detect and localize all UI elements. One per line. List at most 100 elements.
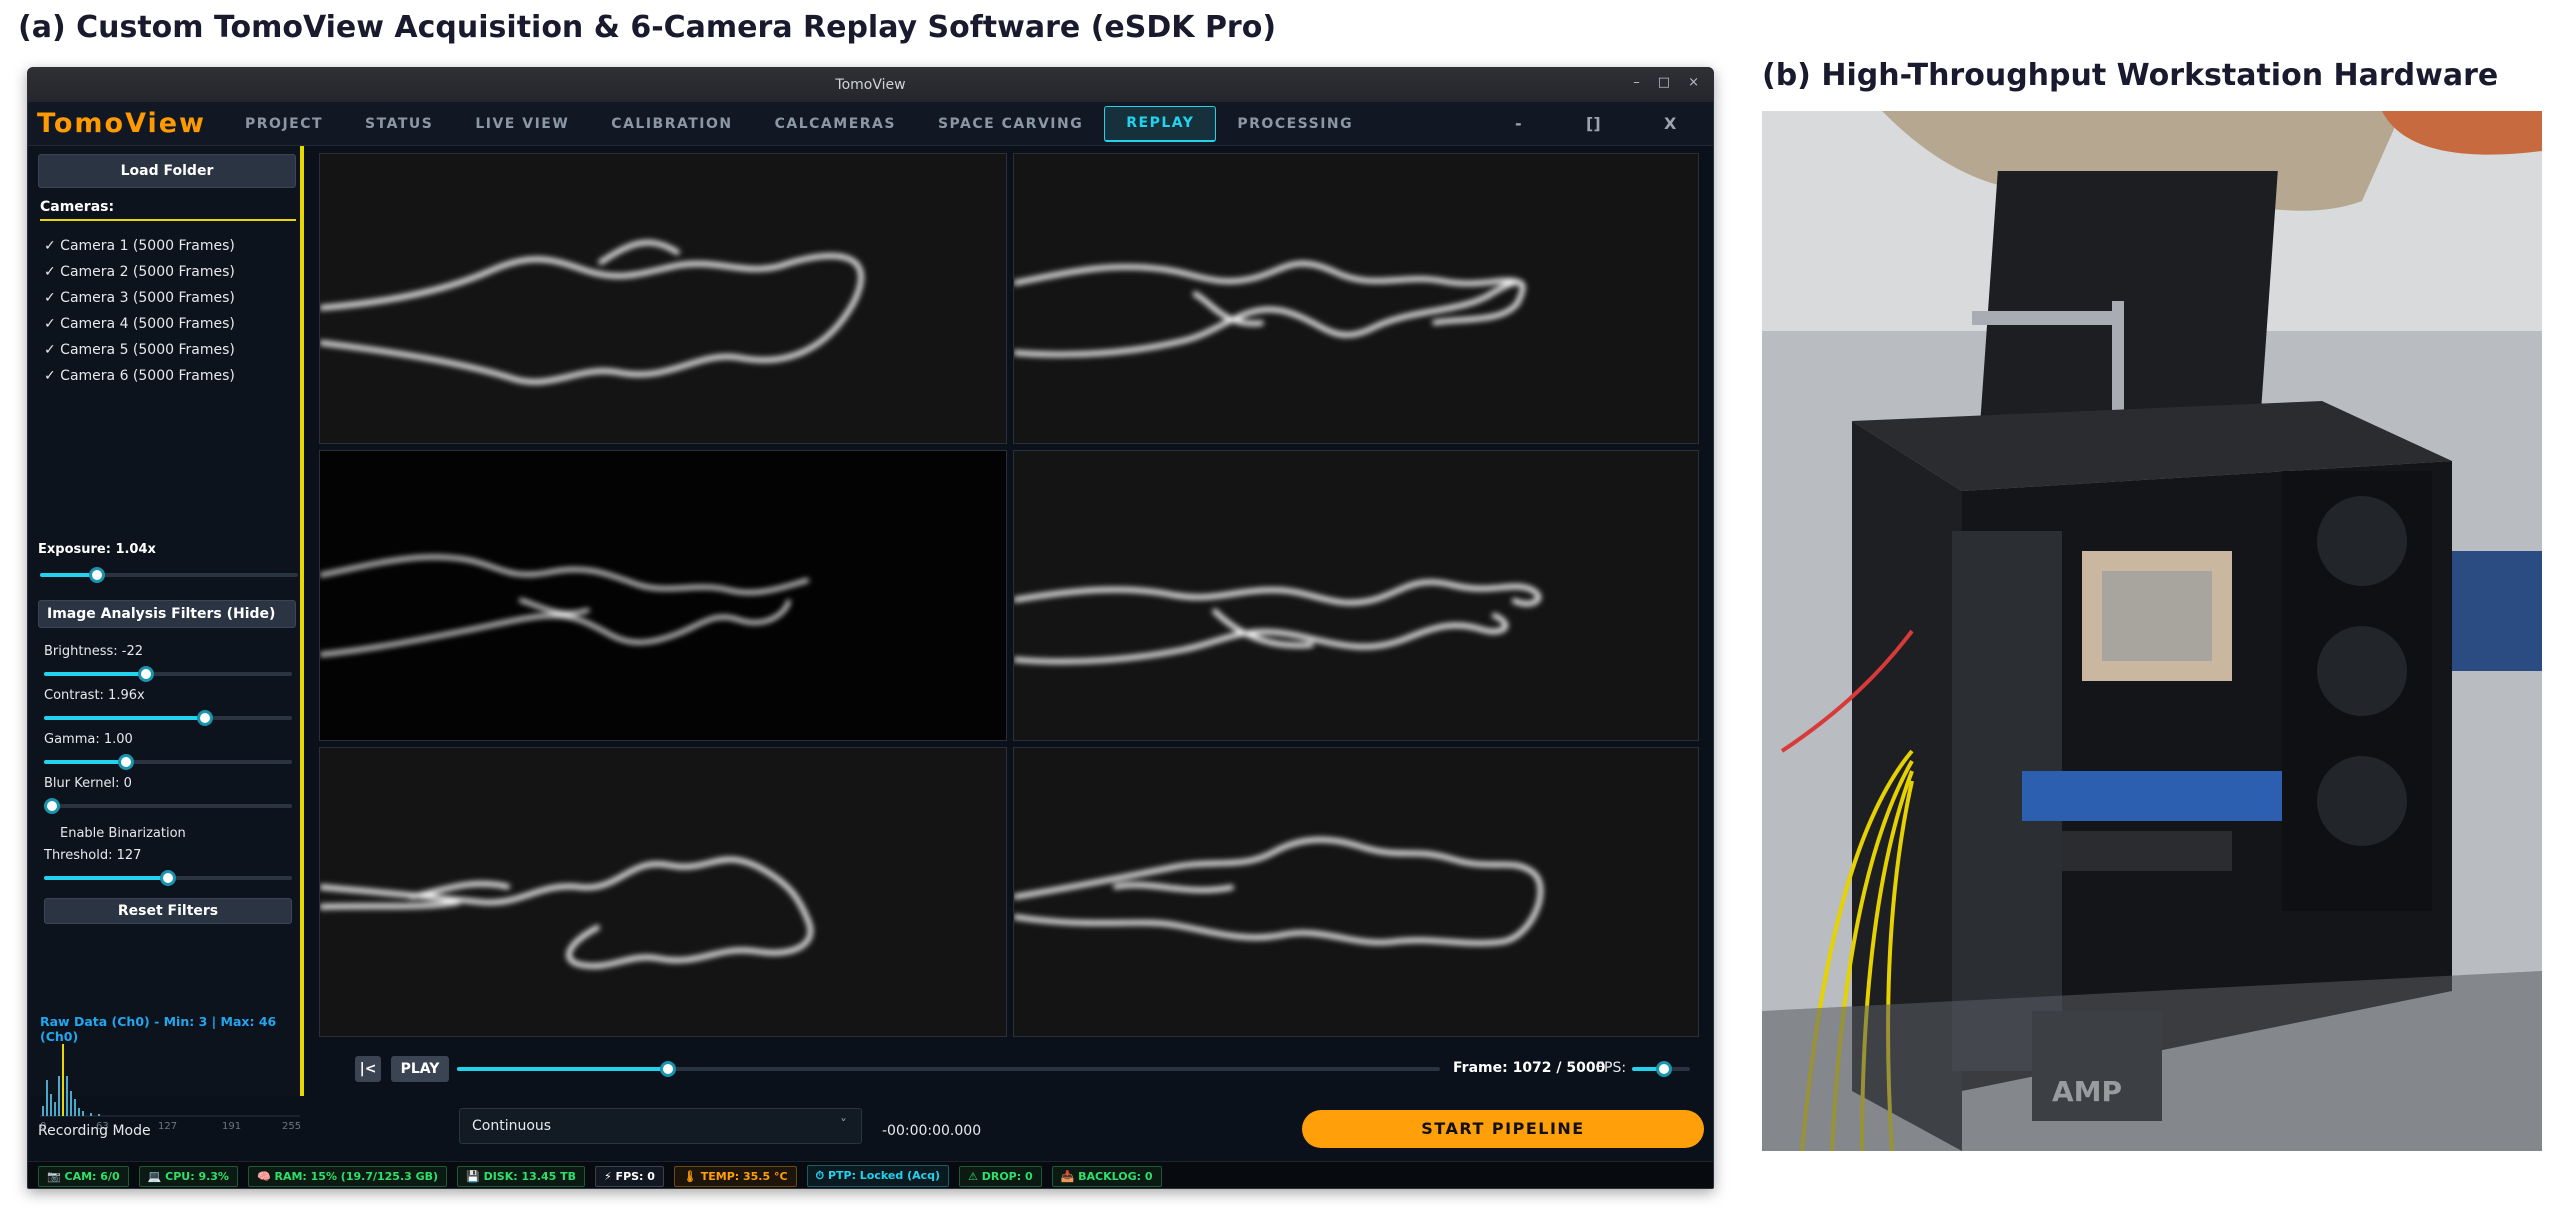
cameras-label: Cameras: — [40, 199, 296, 221]
status-backlog: 📥 BACKLOG: 0 — [1051, 1165, 1162, 1187]
camera-item-1[interactable]: ✓ Camera 1 (5000 Frames) — [44, 238, 235, 254]
status-cam: 📷 CAM: 6/0 — [38, 1165, 129, 1187]
tab-calibration[interactable]: CALIBRATION — [590, 106, 753, 142]
camera-item-6[interactable]: ✓ Camera 6 (5000 Frames) — [44, 368, 235, 384]
fps-slider-knob[interactable] — [1655, 1061, 1672, 1077]
recording-mode-label: Recording Mode — [38, 1123, 151, 1139]
histogram-bar — [58, 1076, 60, 1116]
reset-filters-button[interactable]: Reset Filters — [44, 898, 292, 924]
status-bar: 📷 CAM: 6/0 💻 CPU: 9.3% 🧠 RAM: 15% (19.7/… — [28, 1161, 1713, 1188]
camera-view-6[interactable] — [1013, 747, 1699, 1037]
rewind-button[interactable]: |< — [355, 1056, 381, 1082]
status-fps: ⚡ FPS: 0 — [595, 1165, 664, 1187]
histogram-bar — [98, 1114, 100, 1116]
camera-item-4[interactable]: ✓ Camera 4 (5000 Frames) — [44, 316, 235, 332]
status-ram: 🧠 RAM: 15% (19.7/125.3 GB) — [247, 1165, 448, 1187]
histogram-bar — [50, 1094, 52, 1116]
camera-item-5[interactable]: ✓ Camera 5 (5000 Frames) — [44, 342, 235, 358]
contrast-label: Contrast: 1.96x — [44, 688, 145, 703]
histogram-bar — [78, 1108, 80, 1116]
threshold-slider[interactable] — [44, 870, 292, 886]
histogram-tick-191: 191 — [222, 1121, 241, 1131]
play-button[interactable]: PLAY — [391, 1056, 449, 1082]
app-logo: TomoView — [37, 108, 206, 139]
window-maximize-button[interactable]: □ — [1658, 75, 1670, 90]
recording-mode-value: Continuous — [472, 1118, 552, 1134]
histogram-bar — [46, 1080, 48, 1116]
status-temp: 🌡 TEMP: 35.5 °C — [673, 1165, 797, 1187]
contrast-slider[interactable] — [44, 710, 292, 726]
app-maximize-button[interactable]: [] — [1586, 114, 1601, 133]
blur-kernel-label: Blur Kernel: 0 — [44, 776, 132, 791]
histogram-chart: 0 63 127 191 255 — [40, 1044, 300, 1131]
filters-toggle-button[interactable]: Image Analysis Filters (Hide) — [38, 600, 296, 628]
histogram-bar — [54, 1102, 56, 1116]
start-pipeline-button[interactable]: START PIPELINE — [1302, 1110, 1704, 1148]
brightness-slider[interactable] — [44, 666, 292, 682]
exposure-label: Exposure: 1.04x — [38, 542, 156, 557]
tab-processing[interactable]: PROCESSING — [1216, 106, 1374, 142]
tab-project[interactable]: PROJECT — [224, 106, 344, 142]
camera-item-2[interactable]: ✓ Camera 2 (5000 Frames) — [44, 264, 235, 280]
camera-view-5[interactable] — [319, 747, 1007, 1037]
camera-view-1[interactable] — [319, 153, 1007, 444]
replay-bar: |< PLAY Frame: 1072 / 5000 FPS: — [319, 1051, 1699, 1087]
status-disk: 💾 DISK: 13.45 TB — [457, 1165, 585, 1187]
camera-view-4[interactable] — [1013, 450, 1699, 741]
replay-progress-knob[interactable] — [659, 1061, 676, 1077]
camera-view-2[interactable] — [1013, 153, 1699, 444]
window-minimize-button[interactable]: – — [1633, 75, 1640, 90]
frame-counter: Frame: 1072 / 5000 — [1453, 1060, 1606, 1076]
histogram-tick-127: 127 — [158, 1121, 177, 1131]
tab-replay[interactable]: REPLAY — [1104, 105, 1217, 142]
recording-time: -00:00:00.000 — [882, 1123, 982, 1139]
tab-space-carving[interactable]: SPACE CARVING — [917, 106, 1104, 142]
blur-kernel-slider[interactable] — [44, 798, 292, 814]
status-cpu: 💻 CPU: 9.3% — [138, 1165, 238, 1187]
camera-view-3[interactable] — [319, 450, 1007, 741]
histogram-bars — [42, 1044, 100, 1116]
histogram-bar — [74, 1099, 76, 1116]
histogram-bar — [90, 1113, 92, 1116]
histogram-bar — [62, 1044, 64, 1116]
window-titlebar: TomoView – □ × — [28, 68, 1713, 102]
fps-slider[interactable] — [1632, 1061, 1690, 1077]
recording-mode-select[interactable]: Continuous ˇ — [459, 1108, 862, 1144]
binarization-checkbox[interactable]: Enable Binarization — [60, 826, 186, 841]
load-folder-button[interactable]: Load Folder — [38, 154, 296, 188]
status-ptp: ⏱ PTP: Locked (Acq) — [806, 1165, 950, 1187]
histogram-bar — [42, 1106, 44, 1116]
gamma-slider-knob[interactable] — [117, 754, 134, 770]
tomoview-window: TomoView – □ × TomoView PROJECT STATUS L… — [27, 67, 1714, 1189]
contrast-slider-knob[interactable] — [197, 710, 214, 726]
gamma-slider[interactable] — [44, 754, 292, 770]
exposure-slider[interactable] — [40, 567, 298, 583]
exposure-slider-knob[interactable] — [88, 567, 105, 583]
threshold-slider-knob[interactable] — [160, 870, 176, 886]
figure-caption-a: (a) Custom TomoView Acquisition & 6-Came… — [18, 10, 1277, 45]
window-close-button[interactable]: × — [1688, 75, 1699, 90]
blur-kernel-slider-knob[interactable] — [44, 798, 60, 814]
histogram-bar — [82, 1111, 84, 1116]
status-drop: ⚠ DROP: 0 — [959, 1165, 1042, 1187]
tab-status[interactable]: STATUS — [344, 106, 454, 142]
camera-item-3[interactable]: ✓ Camera 3 (5000 Frames) — [44, 290, 235, 306]
threshold-label: Threshold: 127 — [44, 848, 142, 863]
brightness-label: Brightness: -22 — [44, 644, 143, 659]
menubar: TomoView PROJECT STATUS LIVE VIEW CALIBR… — [28, 102, 1713, 146]
tab-live-view[interactable]: LIVE VIEW — [454, 106, 590, 142]
histogram-tick-255: 255 — [282, 1121, 300, 1131]
replay-progress-slider[interactable] — [457, 1061, 1440, 1077]
gamma-label: Gamma: 1.00 — [44, 732, 133, 747]
camera-grid — [319, 153, 1699, 1037]
tab-calcameras[interactable]: CALCAMERAS — [754, 106, 917, 142]
brightness-slider-knob[interactable] — [137, 666, 154, 682]
sidebar: Load Folder Cameras: ✓ Camera 1 (5000 Fr… — [28, 146, 304, 1131]
histogram-bar — [70, 1091, 72, 1116]
workstation-photo: AMP — [1762, 111, 2542, 1151]
app-minimize-button[interactable]: - — [1515, 114, 1522, 133]
figure-caption-b: (b) High-Throughput Workstation Hardware — [1762, 58, 2499, 93]
fps-label: FPS: — [1596, 1060, 1627, 1076]
window-title: TomoView — [835, 77, 906, 93]
app-close-button[interactable]: X — [1664, 114, 1676, 133]
